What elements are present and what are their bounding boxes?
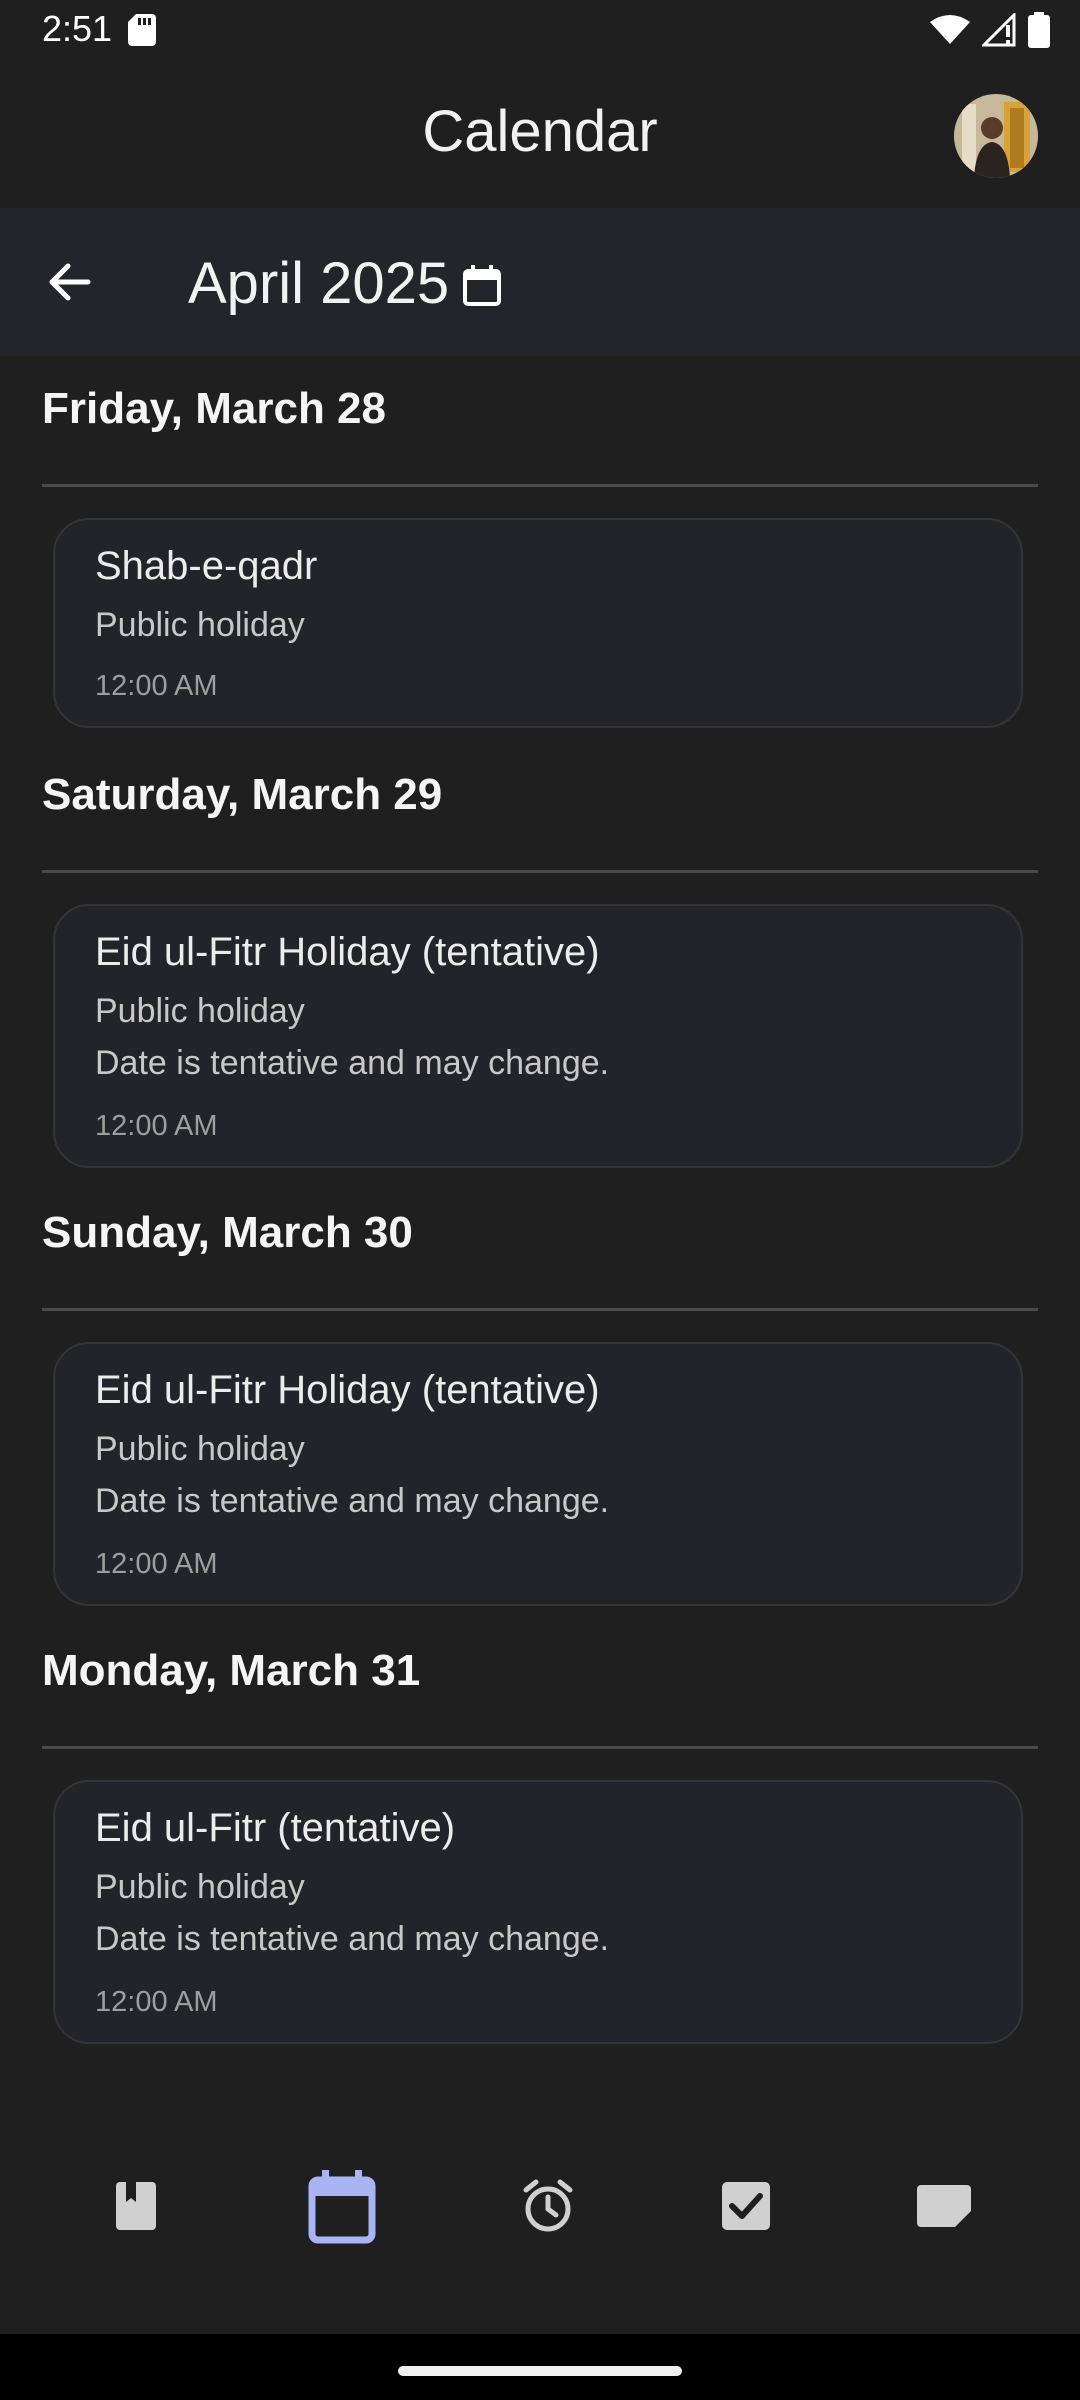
event-type: Public holiday — [95, 1430, 305, 1468]
day-heading: Monday, March 31 — [42, 1646, 421, 1695]
sd-card-icon — [128, 14, 156, 46]
day-heading: Sunday, March 30 — [42, 1208, 413, 1257]
battery-icon — [1028, 12, 1050, 48]
divider — [42, 1308, 1038, 1311]
nav-tasks[interactable] — [698, 2158, 794, 2254]
event-title: Eid ul-Fitr Holiday (tentative) — [95, 930, 600, 974]
page-title: Calendar — [422, 99, 658, 164]
signal-icon — [982, 13, 1016, 47]
event-type: Public holiday — [95, 1868, 305, 1906]
month-header: April 2025 — [0, 208, 1080, 356]
note-icon — [917, 2185, 971, 2227]
event-note: Date is tentative and may change. — [95, 1482, 610, 1520]
book-icon — [116, 2182, 156, 2230]
event-time: 12:00 AM — [95, 1110, 218, 1142]
event-time: 12:00 AM — [95, 670, 218, 702]
bottom-nav — [0, 2130, 1080, 2280]
divider — [42, 1746, 1038, 1749]
nav-book[interactable] — [88, 2158, 184, 2254]
day-heading: Saturday, March 29 — [42, 770, 443, 819]
event-title: Eid ul-Fitr (tentative) — [95, 1806, 456, 1850]
app-bar: Calendar — [0, 64, 1080, 204]
status-icons — [930, 12, 1050, 48]
divider — [42, 870, 1038, 873]
wifi-icon — [930, 15, 970, 44]
calendar-icon[interactable] — [462, 264, 502, 306]
event-card[interactable]: Eid ul-Fitr Holiday (tentative) Public h… — [53, 904, 1023, 1168]
event-title: Shab-e-qadr — [95, 544, 318, 588]
nav-alarm[interactable] — [500, 2158, 596, 2254]
event-time: 12:00 AM — [95, 1986, 218, 2018]
checkbox-icon — [722, 2182, 770, 2230]
divider — [42, 484, 1038, 487]
event-title: Eid ul-Fitr Holiday (tentative) — [95, 1368, 600, 1412]
avatar[interactable] — [954, 94, 1038, 178]
event-card[interactable]: Shab-e-qadr Public holiday 12:00 AM — [53, 518, 1023, 728]
event-card[interactable]: Eid ul-Fitr (tentative) Public holiday D… — [53, 1780, 1023, 2044]
alarm-icon — [523, 2179, 573, 2232]
event-time: 12:00 AM — [95, 1548, 218, 1580]
event-card[interactable]: Eid ul-Fitr Holiday (tentative) Public h… — [53, 1342, 1023, 1606]
event-type: Public holiday — [95, 992, 305, 1030]
month-label[interactable]: April 2025 — [188, 250, 449, 317]
status-bar: 2:51 — [0, 0, 1080, 64]
avatar-image — [954, 94, 1038, 178]
event-note: Date is tentative and may change. — [95, 1920, 610, 1958]
event-type: Public holiday — [95, 606, 305, 644]
status-time: 2:51 — [42, 8, 113, 49]
calendar-screen: 2:51 Calendar April 2025 Friday, March 2… — [0, 0, 1080, 2400]
arrow-left-icon[interactable] — [40, 252, 100, 312]
nav-calendar[interactable] — [294, 2158, 390, 2254]
gesture-handle[interactable] — [398, 2366, 682, 2376]
day-heading: Friday, March 28 — [42, 384, 386, 433]
system-navigation-bar — [0, 2334, 1080, 2400]
event-note: Date is tentative and may change. — [95, 1044, 610, 1082]
nav-notes[interactable] — [896, 2158, 992, 2254]
calendar-icon — [308, 2170, 376, 2244]
